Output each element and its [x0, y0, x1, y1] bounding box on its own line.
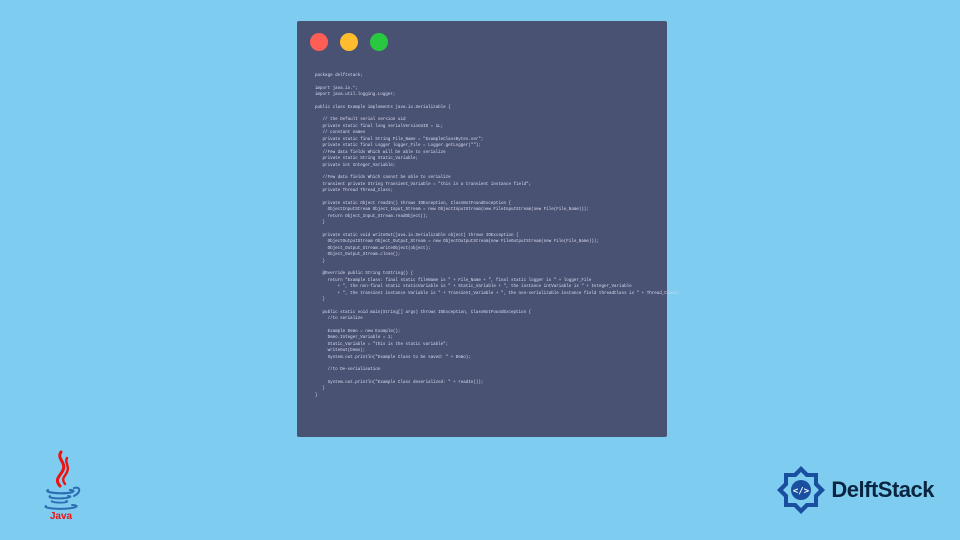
code-line: + ", the transient instance Variable is …	[315, 291, 649, 298]
code-window: package delftstack; import java.io.*;imp…	[297, 21, 667, 437]
code-line: + ", the non-final static staticVariable…	[315, 284, 649, 291]
maximize-icon	[370, 33, 388, 51]
minimize-icon	[340, 33, 358, 51]
code-body: package delftstack; import java.io.*;imp…	[297, 61, 667, 409]
close-icon	[310, 33, 328, 51]
delftstack-logo: </> DelftStack	[775, 464, 934, 516]
delftstack-text: DelftStack	[831, 477, 934, 503]
svg-text:Java: Java	[50, 511, 73, 520]
delftstack-badge-icon: </>	[775, 464, 827, 516]
code-line: ObjectOutputStream Object_Output_Stream …	[315, 239, 649, 246]
java-logo: Java	[38, 450, 84, 520]
traffic-lights	[310, 33, 388, 51]
code-line: }	[315, 393, 649, 400]
svg-text:</>: </>	[793, 487, 810, 497]
java-icon: Java	[38, 450, 84, 520]
